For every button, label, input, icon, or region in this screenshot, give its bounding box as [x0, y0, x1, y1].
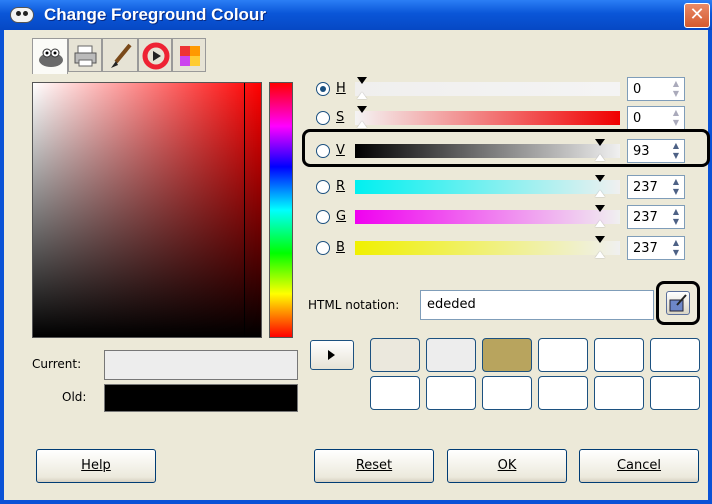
spin-down-icon[interactable]: ▼ [669, 118, 683, 128]
history-swatch[interactable] [426, 338, 476, 372]
slider-thumb[interactable] [357, 106, 367, 113]
spin-up-icon[interactable]: ▲ [669, 238, 683, 248]
spin-up-icon[interactable]: ▲ [669, 207, 683, 217]
saturation-value-area[interactable] [32, 82, 262, 338]
reset-button[interactable]: Reset [314, 449, 434, 483]
channel-label-r: R [336, 179, 346, 194]
paint-brush-icon [111, 43, 132, 68]
history-swatch[interactable] [370, 338, 420, 372]
spin-arrows[interactable]: ▲ ▼ [669, 108, 683, 128]
tab-watercolor-selector[interactable] [102, 38, 138, 72]
channel-label-s: S [336, 110, 345, 125]
old-label: Old: [62, 390, 87, 404]
radio-r[interactable] [316, 180, 330, 194]
slider-g[interactable] [355, 205, 620, 227]
slider-thumb[interactable] [595, 236, 605, 243]
spinbox-b[interactable]: 237 ▲ ▼ [627, 236, 685, 260]
spin-arrows[interactable]: ▲ ▼ [669, 207, 683, 227]
palette-icon [180, 46, 200, 66]
spin-down-icon[interactable]: ▼ [669, 89, 683, 99]
history-swatch[interactable] [650, 376, 700, 410]
html-notation-input[interactable]: ededed [420, 290, 654, 320]
spinbox-r[interactable]: 237 ▲ ▼ [627, 175, 685, 199]
history-swatch[interactable] [594, 376, 644, 410]
history-swatch[interactable] [370, 376, 420, 410]
old-color-swatch [104, 384, 298, 412]
hue-strip[interactable] [269, 82, 293, 338]
radio-h[interactable] [316, 82, 330, 96]
sv-marker [244, 83, 245, 337]
help-button[interactable]: Help [36, 449, 156, 483]
channel-label-h: H [336, 81, 346, 96]
slider-thumb-bottom [595, 220, 605, 227]
spinbox-g[interactable]: 237 ▲ ▼ [627, 205, 685, 229]
spin-down-icon[interactable]: ▼ [669, 217, 683, 227]
tab-gimp-selector[interactable] [32, 38, 68, 74]
window-title: Change Foreground Colour [44, 5, 266, 24]
slider-thumb-bottom [357, 92, 367, 99]
tab-palette-selector[interactable] [172, 38, 206, 72]
spin-arrows[interactable]: ▲ ▼ [669, 177, 683, 197]
history-swatch[interactable] [426, 376, 476, 410]
v-row-highlight [302, 129, 710, 167]
tab-cmyk-selector[interactable] [68, 38, 102, 72]
slider-thumb-bottom [357, 121, 367, 128]
html-notation-label: HTML notation: [308, 298, 400, 312]
spin-arrows[interactable]: ▲ ▼ [669, 238, 683, 258]
gimp-app-icon [10, 7, 34, 23]
radio-b[interactable] [316, 241, 330, 255]
history-swatch[interactable] [538, 376, 588, 410]
close-button[interactable]: ✕ [684, 3, 710, 28]
color-wheel-icon [142, 42, 170, 70]
cancel-button[interactable]: Cancel [579, 449, 699, 483]
slider-thumb-bottom [595, 190, 605, 197]
spin-arrows[interactable]: ▲ ▼ [669, 79, 683, 99]
spinbox-h[interactable]: 0 ▲ ▼ [627, 77, 685, 101]
slider-s[interactable] [355, 106, 620, 128]
spinbox-value: 237 [633, 180, 658, 195]
history-swatch[interactable] [594, 338, 644, 372]
history-swatch[interactable] [538, 338, 588, 372]
history-swatch[interactable] [482, 376, 532, 410]
spinbox-value: 0 [633, 111, 642, 126]
channel-label-b: B [336, 240, 345, 255]
history-add-button[interactable] [310, 340, 354, 370]
radio-g[interactable] [316, 210, 330, 224]
history-swatch[interactable] [482, 338, 532, 372]
current-color-swatch [104, 350, 298, 380]
spin-up-icon[interactable]: ▲ [669, 108, 683, 118]
spinbox-value: 0 [633, 82, 642, 97]
spinbox-value: 237 [633, 210, 658, 225]
spin-up-icon[interactable]: ▲ [669, 177, 683, 187]
color-picker-button[interactable] [656, 281, 700, 325]
title-bar: Change Foreground Colour ✕ [0, 0, 712, 30]
slider-thumb[interactable] [595, 205, 605, 212]
slider-thumb[interactable] [595, 175, 605, 182]
current-label: Current: [32, 357, 82, 371]
radio-s[interactable] [316, 111, 330, 125]
tab-wheel-selector[interactable] [138, 38, 172, 72]
printer-icon [74, 45, 97, 67]
spin-up-icon[interactable]: ▲ [669, 79, 683, 89]
eyedropper-icon [666, 291, 690, 315]
slider-thumb[interactable] [357, 77, 367, 84]
slider-thumb-bottom [595, 251, 605, 258]
ok-button[interactable]: OK [447, 449, 567, 483]
channel-label-g: G [336, 209, 347, 224]
spin-down-icon[interactable]: ▼ [669, 248, 683, 258]
gimp-wilber-icon [39, 48, 63, 67]
slider-h[interactable] [355, 77, 620, 99]
slider-b[interactable] [355, 236, 620, 258]
spin-down-icon[interactable]: ▼ [669, 187, 683, 197]
spinbox-value: 237 [633, 241, 658, 256]
history-swatch[interactable] [650, 338, 700, 372]
spinbox-s[interactable]: 0 ▲ ▼ [627, 106, 685, 130]
slider-r[interactable] [355, 175, 620, 197]
